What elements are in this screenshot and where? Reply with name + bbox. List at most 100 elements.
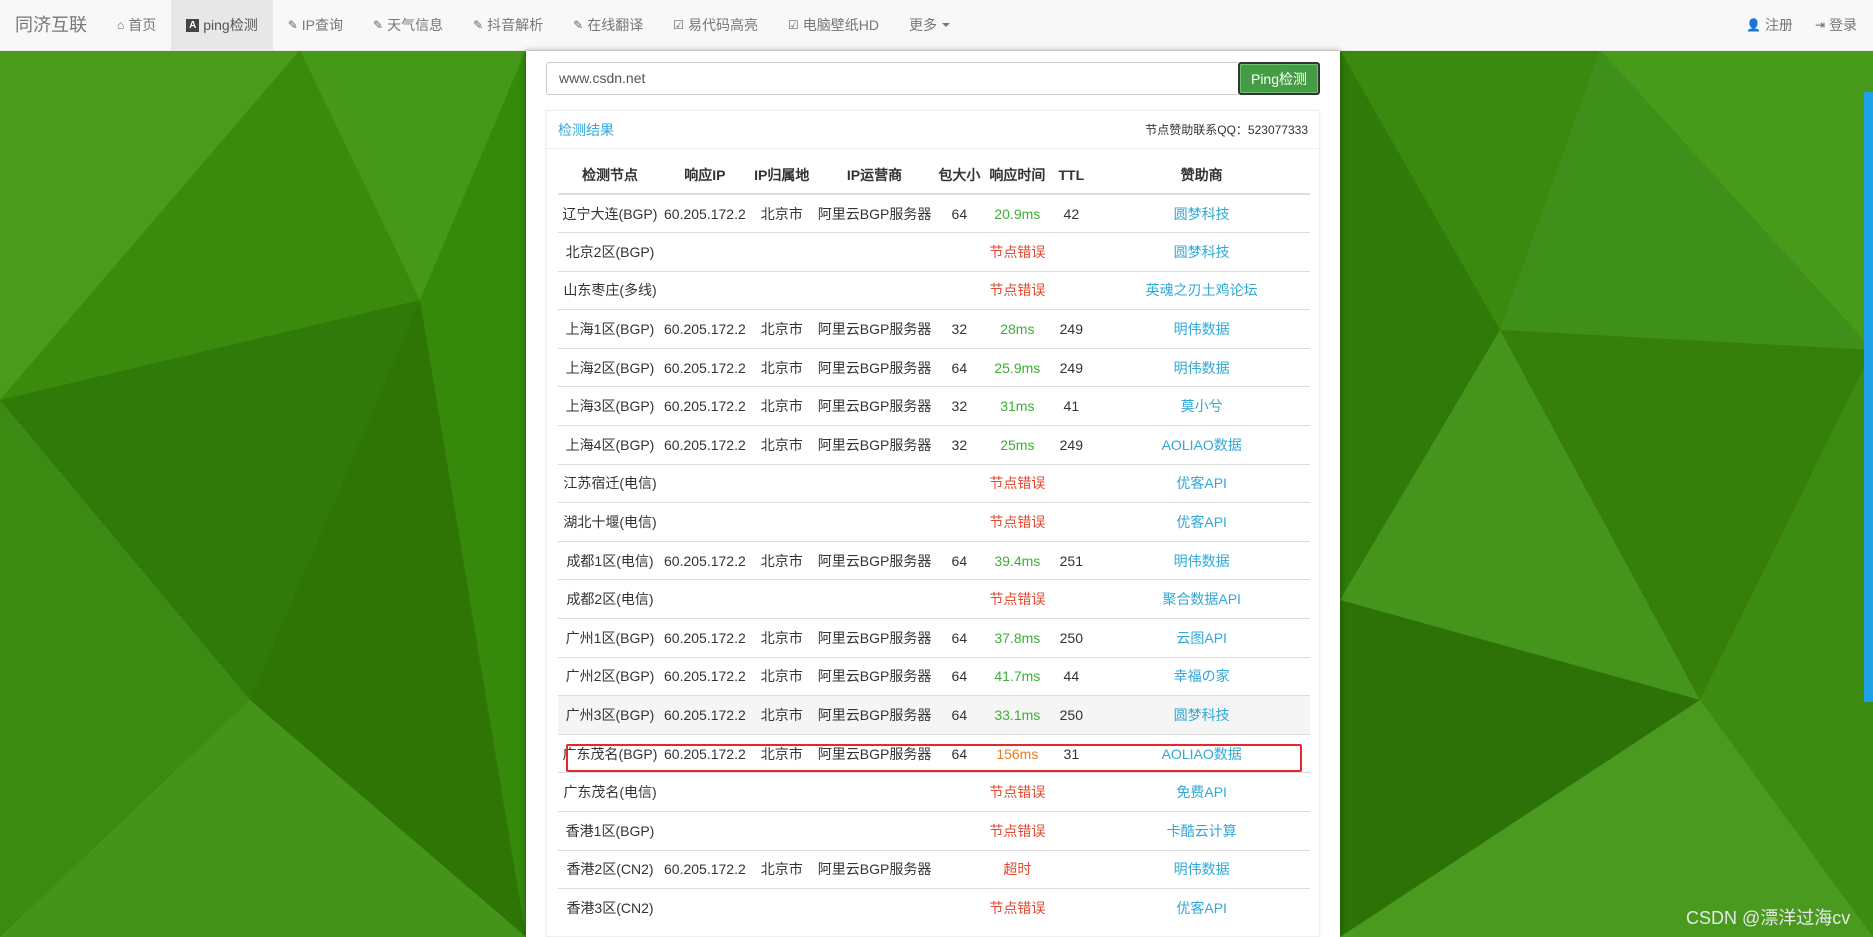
size-cell (933, 811, 986, 851)
table-row: 山东枣庄(多线) 节点错误 英魂之刃土鸡论坛 (558, 270, 1310, 310)
ping-icon: A (186, 18, 200, 32)
results-card-header: 检测结果 节点赞助联系QQ：523077333 (547, 111, 1319, 149)
size-cell (933, 232, 986, 272)
size-cell: 32 (933, 309, 986, 349)
time-cell: 28ms (985, 309, 1050, 349)
sponsor-link[interactable]: 明伟数据 (1093, 849, 1310, 889)
size-cell (933, 579, 986, 619)
nav-translate-label: 在线翻译 (587, 17, 644, 33)
location-cell (747, 811, 816, 851)
location-cell: 北京市 (747, 425, 816, 465)
sponsor-link[interactable]: 明伟数据 (1093, 347, 1310, 387)
table-row: 湖北十堰(电信) 节点错误 优客API (558, 502, 1310, 542)
time-cell: 37.8ms (985, 618, 1050, 658)
nav-ping[interactable]: Aping检测 (171, 0, 273, 51)
node-cell: 上海2区(BGP) (558, 347, 662, 387)
sponsor-link[interactable]: AOLIAO数据 (1093, 425, 1310, 465)
time-cell: 超时 (985, 849, 1050, 889)
ttl-cell (1049, 888, 1094, 928)
pencil-icon: ✎ (473, 18, 484, 32)
sponsor-link[interactable]: 圆梦科技 (1093, 193, 1310, 233)
ttl-cell (1049, 849, 1094, 889)
ping-button[interactable]: Ping检测 (1238, 62, 1320, 95)
sponsor-link[interactable]: 优客API (1093, 502, 1310, 542)
node-cell: 北京2区(BGP) (558, 232, 662, 272)
sponsor-link[interactable]: 优客API (1093, 888, 1310, 928)
ttl-cell (1049, 811, 1094, 851)
ttl-cell: 249 (1049, 309, 1094, 349)
isp-cell (815, 888, 934, 928)
brand-logo[interactable]: 同济互联 (0, 0, 102, 51)
node-cell: 江苏宿迁(电信) (558, 463, 662, 503)
sponsor-link[interactable]: 优客API (1093, 463, 1310, 503)
nav-weather[interactable]: ✎ 天气信息 (358, 0, 458, 51)
time-cell: 节点错误 (985, 888, 1050, 928)
location-cell (747, 502, 816, 542)
login-icon: ⇥ (1814, 18, 1825, 32)
sponsor-link[interactable]: 明伟数据 (1093, 309, 1310, 349)
table-row: 上海2区(BGP) 60.205.172.2 北京市 阿里云BGP服务器 64 25.9m… (558, 347, 1310, 387)
nav-wallpaper[interactable]: ☑ 电脑壁纸HD (773, 0, 894, 51)
isp-cell (815, 579, 934, 619)
size-cell: 64 (933, 656, 986, 696)
location-cell (747, 270, 816, 310)
sponsor-link[interactable]: 英魂之刃土鸡论坛 (1093, 270, 1310, 310)
sponsor-link[interactable]: 幸福の家 (1093, 656, 1310, 696)
nav-translate[interactable]: ✎ 在线翻译 (558, 0, 658, 51)
col-sponsor: 赞助商 (1093, 156, 1310, 195)
ip-cell: 60.205.172.2 (662, 849, 748, 889)
nav-douyin-label: 抖音解析 (487, 17, 544, 33)
top-navbar: 同济互联 ⌂ 首页 Aping检测 ✎ IP查询 ✎ 天气信息 ✎ 抖音解析 ✎ 在线翻译… (0, 0, 1873, 51)
domain-input[interactable]: www.csdn.net (546, 62, 1238, 95)
location-cell: 北京市 (747, 347, 816, 387)
node-cell: 成都1区(电信) (558, 540, 662, 580)
home-icon: ⌂ (117, 18, 125, 32)
ip-cell (662, 772, 748, 812)
nav-ip-query[interactable]: ✎ IP查询 (273, 0, 358, 51)
table-row: 香港3区(CN2) 节点错误 优客API (558, 888, 1310, 928)
sponsor-link[interactable]: 免费API (1093, 772, 1310, 812)
time-cell: 31ms (985, 386, 1050, 426)
nav-more-dropdown[interactable]: 更多 (894, 0, 965, 51)
location-cell (747, 579, 816, 619)
node-cell: 香港1区(BGP) (558, 811, 662, 851)
edit-icon: ☑ (787, 18, 799, 32)
sponsor-link[interactable]: 莫小兮 (1093, 386, 1310, 426)
location-cell: 北京市 (747, 193, 816, 233)
node-cell: 广东茂名(BGP) (558, 733, 662, 773)
sponsor-link[interactable]: 卡酷云计算 (1093, 811, 1310, 851)
location-cell: 北京市 (747, 733, 816, 773)
isp-cell (815, 463, 934, 503)
size-cell (933, 270, 986, 310)
sponsor-link[interactable]: 圆梦科技 (1093, 695, 1310, 735)
sponsor-link[interactable]: 圆梦科技 (1093, 232, 1310, 272)
sponsor-link[interactable]: 云图API (1093, 618, 1310, 658)
login-link[interactable]: ⇥ 登录 (1804, 0, 1868, 51)
ttl-cell (1049, 502, 1094, 542)
ttl-cell: 31 (1049, 733, 1094, 773)
isp-cell: 阿里云BGP服务器 (815, 656, 934, 696)
ip-cell: 60.205.172.2 (662, 695, 748, 735)
sponsor-link[interactable]: 聚合数据API (1093, 579, 1310, 619)
ip-cell: 60.205.172.2 (662, 347, 748, 387)
ttl-cell: 44 (1049, 656, 1094, 696)
csdn-watermark: CSDN @漂洋过海cv (1686, 908, 1851, 928)
sponsor-link[interactable]: AOLIAO数据 (1093, 733, 1310, 773)
size-cell (933, 849, 986, 889)
time-cell: 25ms (985, 425, 1050, 465)
ip-cell: 60.205.172.2 (662, 386, 748, 426)
isp-cell (815, 232, 934, 272)
node-cell: 湖北十堰(电信) (558, 502, 662, 542)
nav-code-highlight[interactable]: ☑ 易代码高亮 (658, 0, 773, 51)
register-link[interactable]: 👤 注册 (1735, 0, 1804, 51)
col-location: IP归属地 (747, 156, 816, 195)
page-scrollbar[interactable] (1864, 92, 1873, 702)
nav-douyin[interactable]: ✎ 抖音解析 (458, 0, 558, 51)
sponsor-link[interactable]: 明伟数据 (1093, 540, 1310, 580)
size-cell (933, 463, 986, 503)
table-row: 辽宁大连(BGP) 60.205.172.2 北京市 阿里云BGP服务器 64 20.9m… (558, 193, 1310, 233)
size-cell (933, 772, 986, 812)
node-cell: 广州2区(BGP) (558, 656, 662, 696)
ttl-cell: 249 (1049, 425, 1094, 465)
nav-home[interactable]: ⌂ 首页 (102, 0, 171, 51)
